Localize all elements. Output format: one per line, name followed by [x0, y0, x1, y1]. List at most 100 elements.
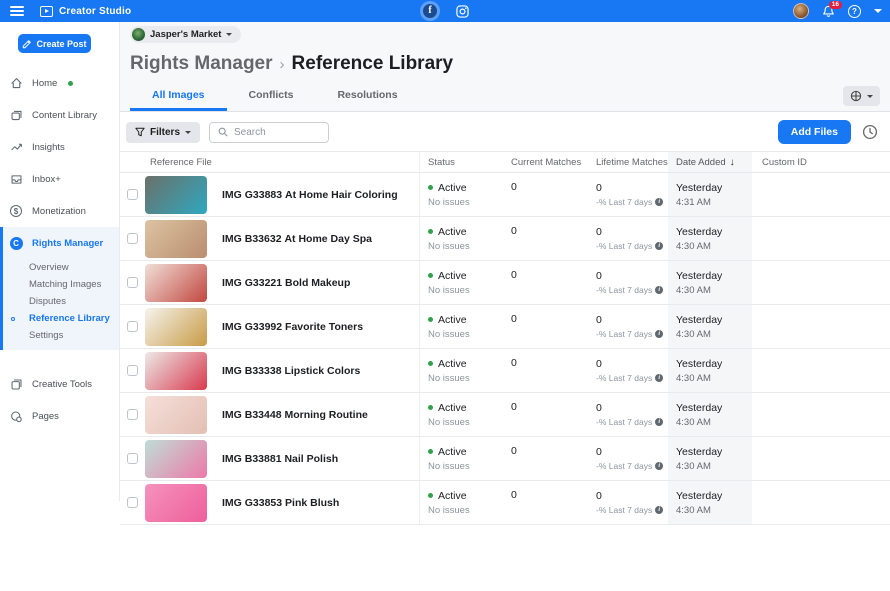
- row-checkbox[interactable]: [127, 189, 138, 200]
- creative-tools-icon: [9, 377, 23, 391]
- active-status-dot: [428, 405, 433, 410]
- reference-image-thumbnail[interactable]: [145, 308, 207, 346]
- sidebar-item-inbox[interactable]: Inbox+: [0, 163, 119, 195]
- custom-id-value: [752, 261, 890, 304]
- sidebar-item-pages[interactable]: Pages: [0, 400, 119, 432]
- sidebar-item-rights-manager[interactable]: C Rights Manager: [3, 227, 119, 259]
- market-caret-icon: [867, 95, 873, 98]
- account-switcher[interactable]: Jasper's Market: [130, 26, 241, 43]
- sidebar-item-home[interactable]: Home: [0, 67, 119, 99]
- account-menu-caret-icon[interactable]: [874, 9, 882, 13]
- info-icon[interactable]: i: [655, 242, 663, 250]
- app-brand[interactable]: Creator Studio: [40, 6, 131, 17]
- sidebar-item-insights[interactable]: Insights: [0, 131, 119, 163]
- status-label: Active: [438, 358, 467, 370]
- menu-icon[interactable]: [10, 4, 24, 18]
- filters-button[interactable]: Filters: [126, 122, 200, 143]
- info-icon[interactable]: i: [655, 506, 663, 514]
- tab-all-images[interactable]: All Images: [130, 81, 227, 111]
- reference-file-name[interactable]: IMG B33448 Morning Routine: [222, 409, 368, 421]
- lifetime-note: -% Last 7 days: [596, 329, 652, 339]
- notifications-bell-icon[interactable]: 16: [822, 5, 835, 18]
- tab-resolutions[interactable]: Resolutions: [315, 81, 419, 111]
- reference-file-name[interactable]: IMG G33883 At Home Hair Coloring: [222, 189, 398, 201]
- status-label: Active: [438, 226, 467, 238]
- status-note: No issues: [428, 329, 505, 340]
- current-matches-value: 0: [505, 437, 590, 480]
- custom-id-value: [752, 217, 890, 260]
- activity-history-button[interactable]: [860, 124, 880, 140]
- sidebar-subitem-reference-library[interactable]: Reference Library: [3, 310, 119, 327]
- facebook-tab-icon[interactable]: f: [420, 1, 440, 21]
- reference-file-name[interactable]: IMG B33632 At Home Day Spa: [222, 233, 372, 245]
- sidebar-item-creative-tools[interactable]: Creative Tools: [0, 368, 119, 400]
- reference-image-thumbnail[interactable]: [145, 176, 207, 214]
- info-icon[interactable]: i: [655, 330, 663, 338]
- status-label: Active: [438, 490, 467, 502]
- creator-studio-logo-icon: [40, 6, 53, 17]
- reference-file-name[interactable]: IMG G33992 Favorite Toners: [222, 321, 363, 333]
- sidebar-subitem-overview[interactable]: Overview: [3, 259, 119, 276]
- row-checkbox[interactable]: [127, 233, 138, 244]
- reference-image-thumbnail[interactable]: [145, 440, 207, 478]
- column-header-current-matches[interactable]: Current Matches: [505, 152, 590, 172]
- sidebar-item-monetization[interactable]: $ Monetization: [0, 195, 119, 227]
- reference-image-thumbnail[interactable]: [145, 264, 207, 302]
- time-added-value: 4:31 AM: [676, 197, 752, 208]
- content-library-icon: [9, 108, 23, 122]
- create-post-button[interactable]: Create Post: [18, 34, 91, 53]
- status-label: Active: [438, 270, 467, 282]
- lifetime-note: -% Last 7 days: [596, 461, 652, 471]
- breadcrumb-parent[interactable]: Rights Manager: [130, 53, 273, 75]
- date-added-value: Yesterday: [676, 270, 752, 282]
- reference-file-name[interactable]: IMG B33881 Nail Polish: [222, 453, 338, 465]
- column-header-reference-file[interactable]: Reference File: [145, 152, 420, 172]
- tab-conflicts[interactable]: Conflicts: [227, 81, 316, 111]
- reference-file-name[interactable]: IMG G33221 Bold Makeup: [222, 277, 350, 289]
- row-checkbox[interactable]: [127, 409, 138, 420]
- table-row: IMG B33338 Lipstick Colors Active No iss…: [120, 349, 890, 393]
- market-selector-button[interactable]: [843, 86, 880, 106]
- reference-file-name[interactable]: IMG B33338 Lipstick Colors: [222, 365, 360, 377]
- instagram-tab-icon[interactable]: [456, 5, 469, 18]
- column-header-date-added[interactable]: Date Added ↓: [668, 152, 752, 172]
- row-checkbox[interactable]: [127, 277, 138, 288]
- app-name: Creator Studio: [59, 6, 131, 17]
- search-icon: [218, 127, 228, 137]
- current-matches-value: 0: [505, 349, 590, 392]
- table-header-row: Reference File Status Current Matches Li…: [120, 151, 890, 173]
- sidebar-subitem-matching-images[interactable]: Matching Images: [3, 276, 119, 293]
- reference-image-thumbnail[interactable]: [145, 352, 207, 390]
- compose-icon: [22, 39, 32, 49]
- search-input[interactable]: [234, 127, 319, 138]
- add-files-button[interactable]: Add Files: [778, 120, 851, 144]
- reference-image-thumbnail[interactable]: [145, 220, 207, 258]
- info-icon[interactable]: i: [655, 286, 663, 294]
- info-icon[interactable]: i: [655, 198, 663, 206]
- column-header-lifetime-matches[interactable]: Lifetime Matches: [590, 152, 668, 172]
- date-added-value: Yesterday: [676, 182, 752, 194]
- row-checkbox[interactable]: [127, 365, 138, 376]
- custom-id-value: [752, 393, 890, 436]
- custom-id-value: [752, 481, 890, 524]
- help-icon[interactable]: ?: [848, 5, 861, 18]
- row-checkbox[interactable]: [127, 321, 138, 332]
- notification-count-badge: 16: [829, 1, 842, 10]
- reference-file-name[interactable]: IMG G33853 Pink Blush: [222, 497, 339, 509]
- row-checkbox[interactable]: [127, 453, 138, 464]
- row-checkbox[interactable]: [127, 497, 138, 508]
- info-icon[interactable]: i: [655, 462, 663, 470]
- sidebar-subitem-disputes[interactable]: Disputes: [3, 293, 119, 310]
- info-icon[interactable]: i: [655, 418, 663, 426]
- info-icon[interactable]: i: [655, 374, 663, 382]
- reference-image-thumbnail[interactable]: [145, 484, 207, 522]
- column-header-custom-id[interactable]: Custom ID: [752, 152, 890, 172]
- current-matches-value: 0: [505, 393, 590, 436]
- status-note: No issues: [428, 505, 505, 516]
- user-avatar[interactable]: [793, 3, 809, 19]
- column-header-status[interactable]: Status: [420, 152, 505, 172]
- reference-image-thumbnail[interactable]: [145, 396, 207, 434]
- sidebar-subitem-settings[interactable]: Settings: [3, 327, 119, 344]
- filter-funnel-icon: [135, 127, 145, 137]
- sidebar-item-content-library[interactable]: Content Library: [0, 99, 119, 131]
